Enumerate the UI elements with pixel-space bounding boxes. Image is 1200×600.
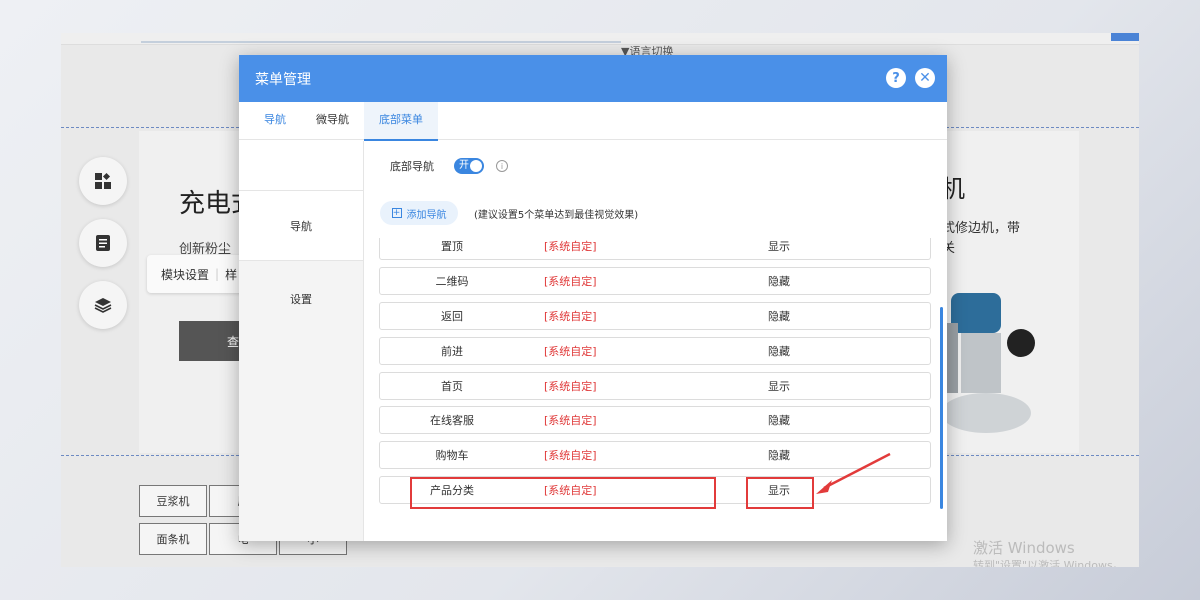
activation-watermark: 激活 Windows bbox=[973, 539, 1075, 557]
menu-item-source: [系统自定] bbox=[544, 449, 597, 462]
menu-item-source: [系统自定] bbox=[544, 380, 597, 393]
page-icon[interactable] bbox=[79, 219, 127, 267]
menu-item-status[interactable]: 隐藏 bbox=[768, 412, 790, 428]
menu-item-name: 购物车 bbox=[435, 449, 469, 462]
top-bar bbox=[61, 33, 1139, 45]
list-item[interactable]: 二维码 [系统自定] 隐藏 bbox=[379, 267, 931, 295]
list-item[interactable]: 返回 [系统自定] 隐藏 bbox=[379, 302, 931, 330]
toggle-label: 底部导航 bbox=[390, 160, 434, 173]
menu-item-name: 二维码 bbox=[435, 275, 469, 288]
info-icon[interactable]: i bbox=[496, 160, 508, 172]
left-toolbar bbox=[79, 157, 127, 343]
dialog-title: 菜单管理 bbox=[255, 71, 311, 88]
menu-item-source: [系统自定] bbox=[544, 310, 597, 323]
chip-item[interactable]: 豆浆机 bbox=[139, 485, 207, 517]
switch-knob bbox=[470, 160, 482, 172]
menu-item-status[interactable]: 显示 bbox=[768, 238, 790, 254]
menu-item-name: 在线客服 bbox=[430, 414, 474, 427]
list-scrollbar[interactable] bbox=[940, 307, 943, 509]
tab-navigation[interactable]: 导航 bbox=[249, 102, 301, 140]
style-label[interactable]: 样 bbox=[225, 266, 237, 283]
menu-item-name: 首页 bbox=[441, 380, 463, 393]
bottom-nav-toggle-row: 底部导航 开 i bbox=[390, 158, 508, 174]
menu-hint-text: (建议设置5个菜单达到最佳视觉效果) bbox=[474, 210, 639, 221]
help-icon[interactable]: ? bbox=[886, 68, 906, 88]
activation-watermark-sub: 转到"设置"以激活 Windows。 bbox=[973, 559, 1124, 567]
top-right-accent bbox=[1111, 33, 1139, 41]
layers-icon[interactable] bbox=[79, 281, 127, 329]
side-item-settings[interactable]: 设置 bbox=[239, 261, 363, 541]
menu-item-source: [系统自定] bbox=[544, 240, 597, 253]
tab-bar: 导航 微导航 底部菜单 bbox=[239, 102, 947, 141]
menu-item-source: [系统自定] bbox=[544, 345, 597, 358]
highlight-box-name bbox=[410, 477, 716, 509]
modules-icon[interactable] bbox=[79, 157, 127, 205]
add-navigation-label: 添加导航 bbox=[406, 209, 447, 221]
tab-micro-navigation[interactable]: 微导航 bbox=[301, 102, 364, 140]
tab-bottom-menu[interactable]: 底部菜单 bbox=[364, 102, 438, 141]
chip-item[interactable]: 面条机 bbox=[139, 523, 207, 555]
menu-item-name: 返回 bbox=[441, 310, 463, 323]
plus-icon: + bbox=[391, 208, 402, 218]
highlight-box-status bbox=[746, 477, 814, 509]
menu-item-status[interactable]: 显示 bbox=[768, 378, 790, 394]
side-menu: 导航 设置 bbox=[239, 141, 364, 541]
side-item-navigation[interactable]: 导航 bbox=[239, 191, 363, 261]
list-item[interactable]: 首页 [系统自定] 显示 bbox=[379, 372, 931, 400]
dialog-header: 菜单管理 ? ✕ bbox=[239, 55, 947, 102]
switch-state: 开 bbox=[459, 160, 469, 171]
list-item[interactable]: 前进 [系统自定] 隐藏 bbox=[379, 337, 931, 365]
menu-item-status[interactable]: 隐藏 bbox=[768, 273, 790, 289]
list-item[interactable]: 置顶 [系统自定] 显示 bbox=[379, 238, 931, 260]
side-menu-spacer bbox=[239, 141, 363, 191]
close-icon[interactable]: ✕ bbox=[915, 68, 935, 88]
menu-item-source: [系统自定] bbox=[544, 275, 597, 288]
list-item[interactable]: 在线客服 [系统自定] 隐藏 bbox=[379, 406, 931, 434]
pointer-arrow-icon bbox=[816, 452, 891, 494]
menu-item-name: 置顶 bbox=[441, 240, 463, 253]
menu-item-source: [系统自定] bbox=[544, 414, 597, 427]
module-settings-label[interactable]: 模块设置 bbox=[161, 266, 209, 283]
menu-item-status[interactable]: 隐藏 bbox=[768, 343, 790, 359]
bottom-nav-switch[interactable]: 开 bbox=[454, 158, 484, 174]
router-product-image bbox=[941, 293, 1035, 433]
menu-item-status[interactable]: 隐藏 bbox=[768, 447, 790, 463]
add-navigation-button[interactable]: + 添加导航 bbox=[380, 201, 458, 225]
top-divider bbox=[141, 41, 621, 43]
menu-item-name: 前进 bbox=[441, 345, 463, 358]
menu-item-status[interactable]: 隐藏 bbox=[768, 308, 790, 324]
